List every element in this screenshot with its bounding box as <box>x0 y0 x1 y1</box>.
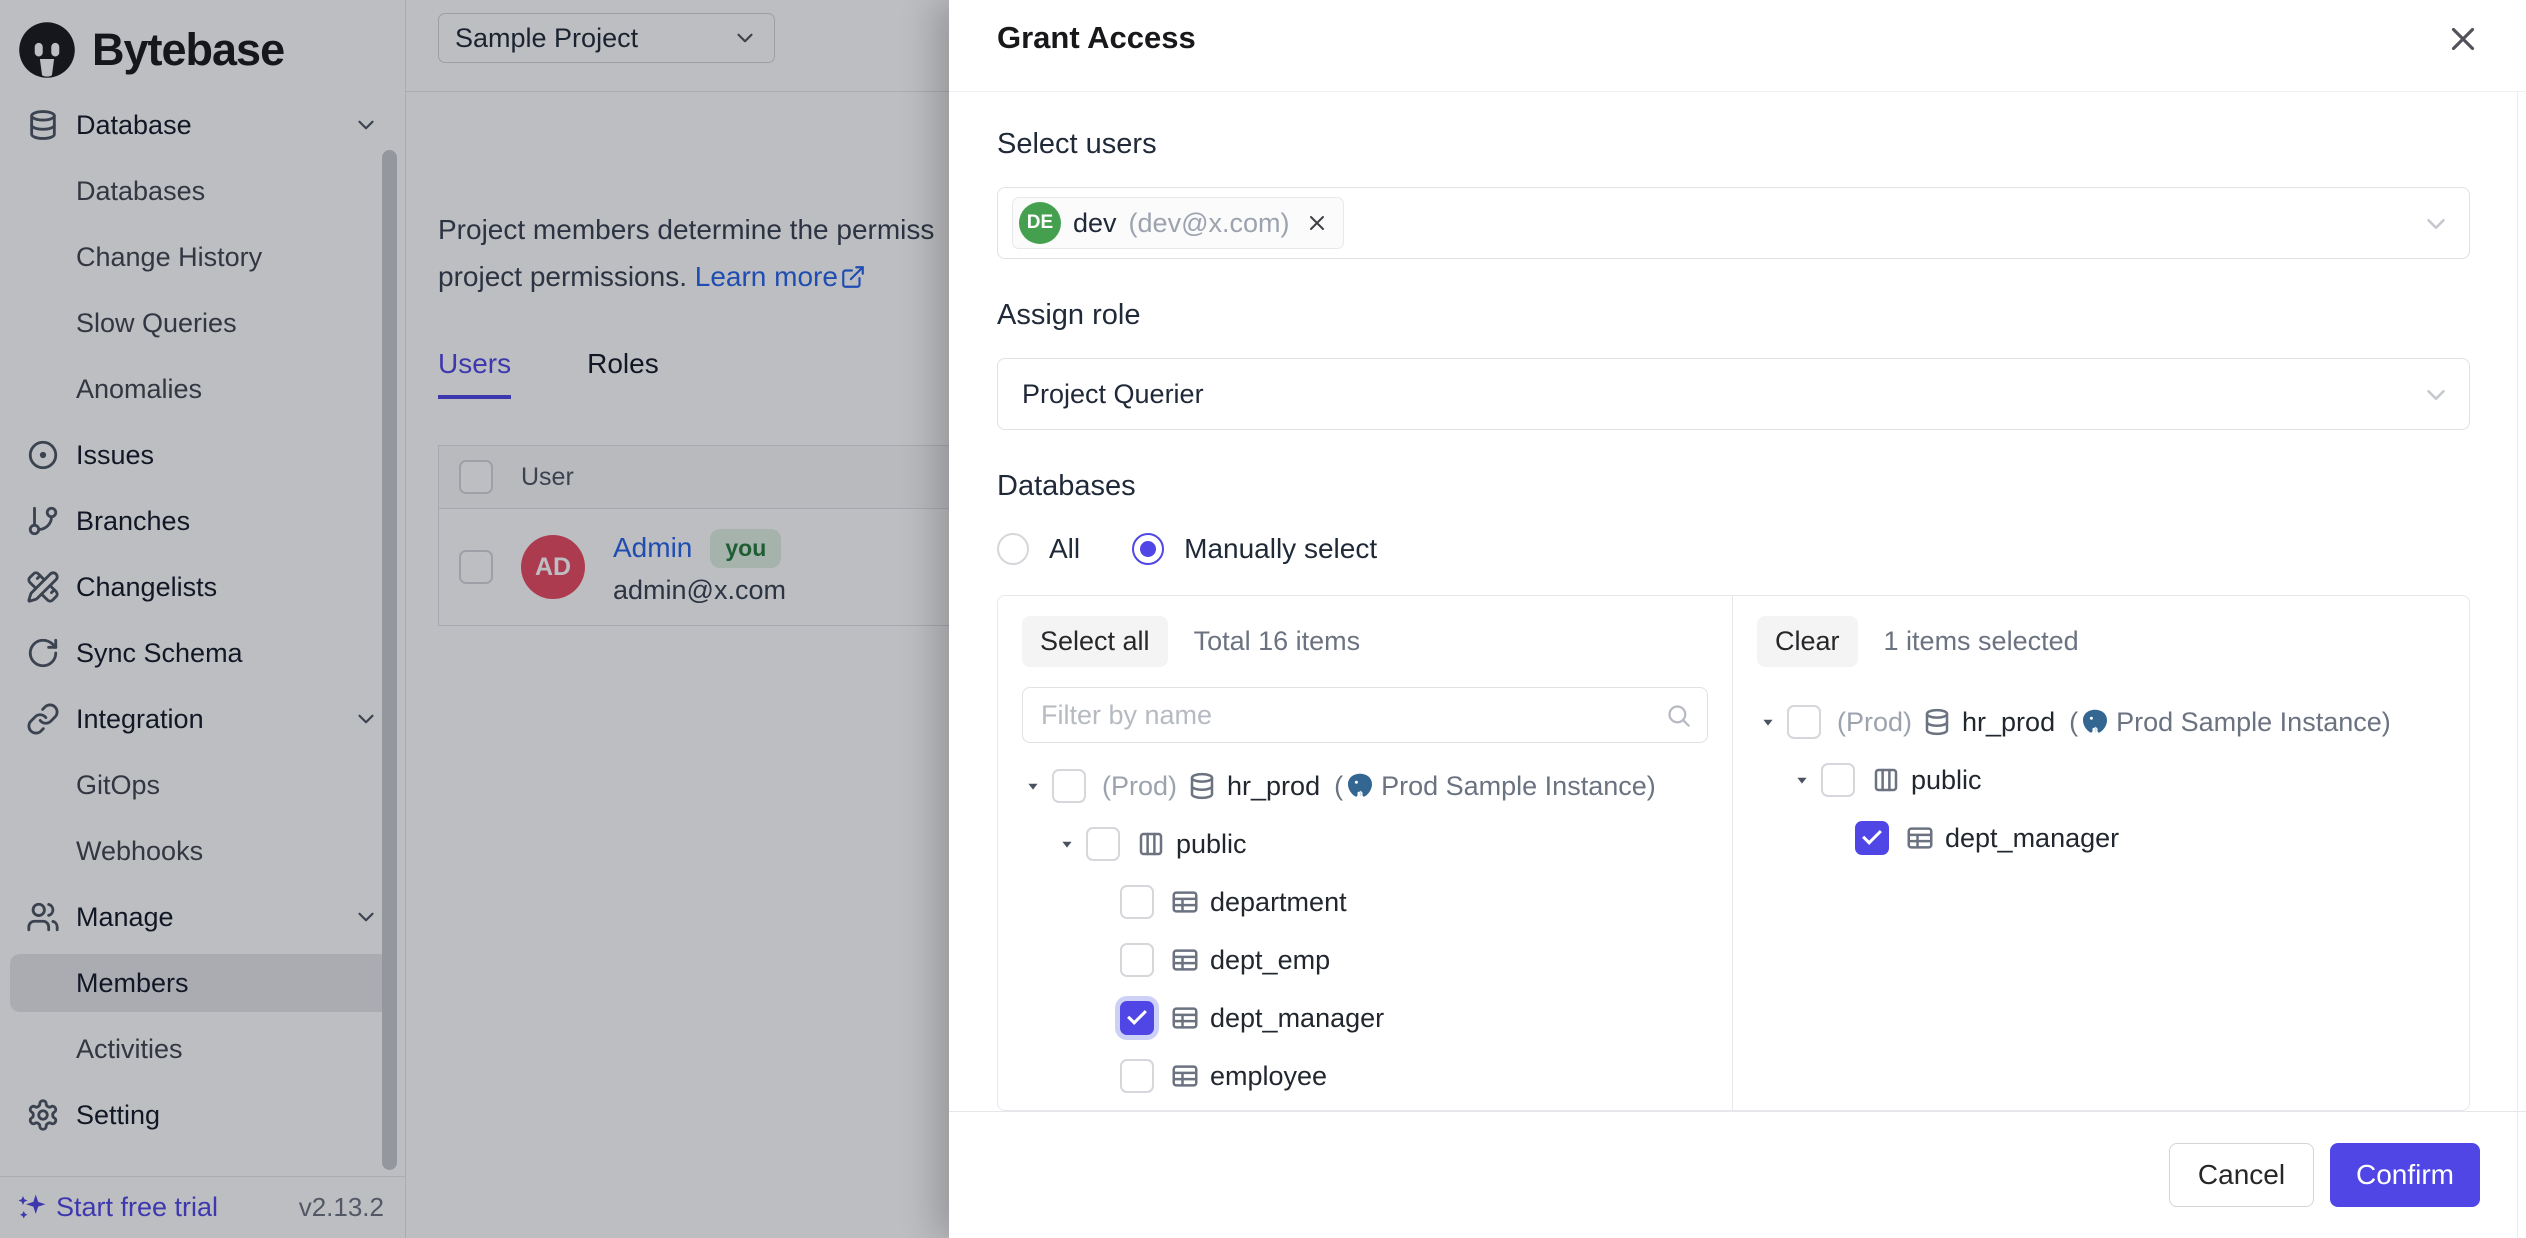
modal-footer: Cancel Confirm <box>949 1111 2526 1238</box>
cancel-button[interactable]: Cancel <box>2169 1143 2314 1207</box>
checkbox[interactable] <box>1787 705 1821 739</box>
checkbox[interactable] <box>1086 827 1120 861</box>
tree-row-schema[interactable]: public <box>1757 751 2445 809</box>
table-icon <box>1170 1003 1200 1033</box>
search-icon <box>1665 702 1692 729</box>
radio-all[interactable]: All <box>997 533 1080 565</box>
databases-label: Databases <box>997 470 2470 503</box>
caret-down-icon[interactable] <box>1022 775 1044 797</box>
radio-icon <box>1132 533 1164 565</box>
checkbox[interactable] <box>1052 769 1086 803</box>
assign-role-label: Assign role <box>997 299 2470 332</box>
filter-field <box>1022 687 1708 743</box>
caret-down-icon[interactable] <box>1056 833 1078 855</box>
tree-row-table[interactable]: dept_manager <box>1757 809 2445 867</box>
tree-row-table[interactable]: department <box>1022 873 1708 931</box>
table-icon <box>1170 887 1200 917</box>
select-all-button[interactable]: Select all <box>1022 616 1168 667</box>
clear-button[interactable]: Clear <box>1757 616 1858 667</box>
checkbox[interactable] <box>1821 763 1855 797</box>
selected-items-label: 1 items selected <box>1884 626 2079 657</box>
schema-icon <box>1136 829 1166 859</box>
table-icon <box>1170 1061 1200 1091</box>
role-select[interactable]: Project Querier <box>997 358 2470 430</box>
screen: Bytebase Database Databases Change Histo… <box>0 0 2526 1238</box>
total-items-label: Total 16 items <box>1194 626 1361 657</box>
postgresql-icon <box>2080 707 2110 737</box>
caret-down-icon[interactable] <box>1757 711 1779 733</box>
database-scope-radios: All Manually select <box>997 533 2470 565</box>
tree-row-database[interactable]: (Prod) hr_prod ( Prod Sample Instance) <box>1757 693 2445 751</box>
modal-header: Grant Access <box>949 0 2526 92</box>
modal-body: Select users DE dev (dev@x.com) Assign r… <box>949 92 2526 1111</box>
checkbox[interactable] <box>1120 885 1154 919</box>
chevron-down-icon <box>2421 209 2451 239</box>
user-tag: DE dev (dev@x.com) <box>1012 197 1344 249</box>
avatar: DE <box>1019 202 1061 244</box>
remove-tag-icon[interactable] <box>1305 211 1329 235</box>
database-picker: Select all Total 16 items (Prod) <box>997 595 2470 1111</box>
modal-title: Grant Access <box>997 20 1196 56</box>
selected-tree: (Prod) hr_prod ( Prod Sample Instance) p… <box>1757 693 2445 867</box>
tree-row-schema[interactable]: public <box>1022 815 1708 873</box>
table-icon <box>1905 823 1935 853</box>
checkbox[interactable] <box>1120 1059 1154 1093</box>
schema-icon <box>1871 765 1901 795</box>
picker-selected-panel: Clear 1 items selected (Prod) hr_prod ( <box>1733 596 2469 1110</box>
users-select[interactable]: DE dev (dev@x.com) <box>997 187 2470 259</box>
checkbox[interactable] <box>1120 943 1154 977</box>
database-icon <box>1922 707 1952 737</box>
grant-access-modal: Grant Access Select users DE dev (dev@x.… <box>949 0 2526 1238</box>
select-users-label: Select users <box>997 128 2470 161</box>
postgresql-icon <box>1345 771 1375 801</box>
modal-backdrop[interactable] <box>0 0 949 1238</box>
radio-icon <box>997 533 1029 565</box>
filter-input[interactable] <box>1022 687 1708 743</box>
checkbox-checked[interactable] <box>1855 821 1889 855</box>
table-icon <box>1170 945 1200 975</box>
tree-row-database[interactable]: (Prod) hr_prod ( Prod Sample Instance) <box>1022 757 1708 815</box>
radio-manually-select[interactable]: Manually select <box>1132 533 1377 565</box>
checkbox-checked[interactable] <box>1120 1001 1154 1035</box>
database-icon <box>1187 771 1217 801</box>
source-tree: (Prod) hr_prod ( Prod Sample Instance) p… <box>1022 757 1708 1105</box>
chevron-down-icon <box>2421 380 2451 410</box>
close-icon[interactable] <box>2444 20 2482 58</box>
caret-down-icon[interactable] <box>1791 769 1813 791</box>
picker-source-panel: Select all Total 16 items (Prod) <box>998 596 1733 1110</box>
confirm-button[interactable]: Confirm <box>2330 1143 2480 1207</box>
tree-row-table[interactable]: dept_emp <box>1022 931 1708 989</box>
tree-row-table[interactable]: employee <box>1022 1047 1708 1105</box>
tree-row-table[interactable]: dept_manager <box>1022 989 1708 1047</box>
